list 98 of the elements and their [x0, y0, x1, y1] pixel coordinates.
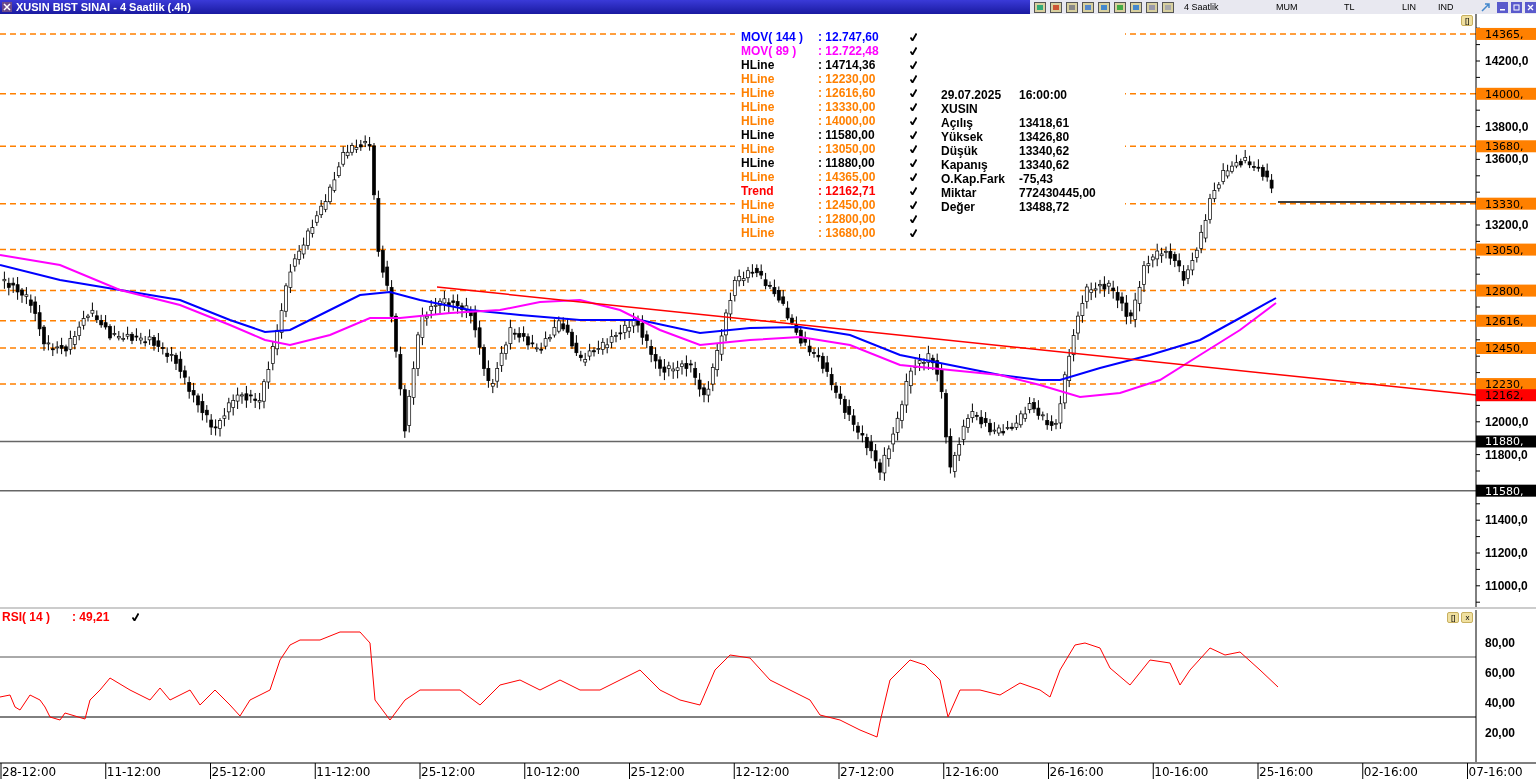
axis-label: 13200,0 [1485, 218, 1529, 232]
indicator-value: : 14365,00 [818, 170, 877, 184]
indicator-name: HLine [741, 86, 776, 100]
indicator-name: HLine [741, 198, 776, 212]
axis-label: 11-12:00 [316, 765, 371, 779]
price-tag: 11580, [1476, 484, 1536, 498]
toolbar-item[interactable]: MUM [1276, 1, 1342, 13]
price-tag: 13330, [1476, 197, 1536, 211]
info-value: 772430445,00 [1019, 186, 1096, 200]
price-tag: 12230, [1476, 378, 1536, 392]
indicator-value: : 13050,00 [818, 142, 877, 156]
indicator-name: RSI( 14 ) [2, 610, 51, 624]
info-label: Kapanış [941, 158, 989, 172]
axis-label: 12000,0 [1485, 414, 1529, 429]
price-tag: 11880, [1476, 435, 1536, 449]
info-label: Miktar [941, 186, 978, 200]
axis-label: 10-12:00 [525, 765, 580, 779]
toolbar-item[interactable]: LIN [1402, 1, 1436, 13]
info-label: O.Kap.Fark [941, 172, 1007, 186]
indicator-value: : 12230,00 [818, 72, 877, 86]
axis-label: 60,00 [1485, 666, 1516, 680]
price-tag: 14365, [1476, 27, 1536, 41]
indicator-name: HLine [741, 58, 776, 72]
info-label: XUSIN [941, 102, 979, 116]
info-value: 13488,72 [1019, 200, 1070, 214]
axis-label: 14200,0 [1485, 54, 1529, 68]
toolbar-item[interactable]: IND [1438, 1, 1478, 13]
axis-label: 12-16:00 [944, 765, 999, 779]
axis-label: 25-12:00 [211, 765, 266, 779]
indicator-name: HLine [741, 100, 776, 114]
axis-label: 11-12:00 [106, 765, 161, 779]
axis-label: 07-16:00 [1468, 765, 1523, 779]
window-title: XUSIN BIST SINAI - 4 Saatlik (.4h) [16, 0, 191, 14]
indicator-value: : 11880,00 [818, 156, 876, 170]
axis-label: 11800,0 [1485, 447, 1528, 462]
indicator-value: : 14714,36 [818, 58, 877, 72]
axis-label: 20,00 [1485, 726, 1516, 740]
axis-label: 10-16:00 [1154, 765, 1209, 779]
price-tag: 13680, [1476, 140, 1536, 154]
indicator-value: : 13330,00 [818, 100, 877, 114]
axis-label: 13800,0 [1485, 119, 1529, 134]
toolbar-item[interactable]: TL [1344, 1, 1400, 13]
indicator-value: : 12162,71 [818, 184, 877, 198]
info-label: Düşük [941, 144, 979, 158]
indicator-value: : 14000,00 [818, 114, 877, 128]
axis-label: 40,00 [1485, 696, 1516, 710]
panel-button[interactable]: [] [1447, 612, 1460, 623]
info-label: Yüksek [941, 130, 985, 144]
panel-button[interactable]: x [1461, 612, 1474, 623]
indicator-name: HLine [741, 72, 776, 86]
axis-label: 11000,0 [1485, 578, 1528, 593]
indicator-name: MOV( 89 ) [741, 44, 798, 58]
axis-label: 25-16:00 [1259, 765, 1314, 779]
indicator-value: : 12800,00 [818, 212, 877, 226]
indicator-value: : 11580,00 [818, 128, 876, 142]
info-label: Değer [941, 200, 976, 214]
price-tag: 12450, [1476, 342, 1536, 355]
indicator-name: HLine [741, 226, 776, 240]
info-label: Açılış [941, 116, 974, 130]
price-tag: 12162, [1476, 389, 1536, 403]
axis-label: 80,00 [1485, 636, 1516, 650]
indicator-value: : 12450,00 [818, 198, 877, 212]
indicator-value: : 12.747,60 [818, 30, 880, 44]
indicator-name: MOV( 144 ) [741, 30, 804, 44]
indicator-value: : 13680,00 [818, 226, 877, 240]
indicator-name: HLine [741, 212, 776, 226]
price-tag: 12800, [1476, 284, 1536, 298]
axis-label: 12-12:00 [735, 765, 790, 779]
info-value: 16:00:00 [1019, 88, 1068, 102]
toolbar-item[interactable]: 4 Saatlik [1184, 1, 1274, 13]
price-tag: 14000, [1476, 87, 1536, 101]
axis-label: 11200,0 [1485, 546, 1528, 560]
indicator-name: HLine [741, 128, 776, 142]
info-value: 13418,61 [1019, 116, 1070, 130]
indicator-name: HLine [741, 170, 776, 184]
indicator-value: : 12616,60 [818, 86, 877, 100]
axis-label: 28-12:00 [2, 765, 57, 779]
indicator-name: HLine [741, 114, 776, 128]
price-tag: 13050, [1476, 243, 1536, 257]
info-value: 13426,80 [1019, 130, 1070, 144]
indicator-value: : 12.722,48 [818, 44, 880, 58]
indicator-name: HLine [741, 142, 776, 156]
axis-label: 25-12:00 [421, 765, 476, 779]
info-value: 13340,62 [1019, 144, 1070, 158]
axis-label: 02-16:00 [1363, 765, 1418, 779]
info-label: 29.07.2025 [941, 88, 1003, 102]
axis-label: 26-16:00 [1049, 765, 1104, 779]
price-tag: 12616, [1476, 314, 1536, 328]
axis-label: 13600,0 [1485, 152, 1529, 167]
axis-label: 11400,0 [1485, 513, 1528, 528]
indicator-value: : 49,21 [72, 610, 111, 624]
axis-label: 25-12:00 [630, 765, 685, 779]
indicator-name: Trend [741, 184, 775, 198]
axis-label: 27-12:00 [840, 765, 895, 779]
panel-button[interactable]: [] [1461, 15, 1474, 26]
indicator-name: HLine [741, 156, 776, 170]
info-value: -75,43 [1019, 172, 1054, 186]
info-value: 13340,62 [1019, 158, 1070, 172]
